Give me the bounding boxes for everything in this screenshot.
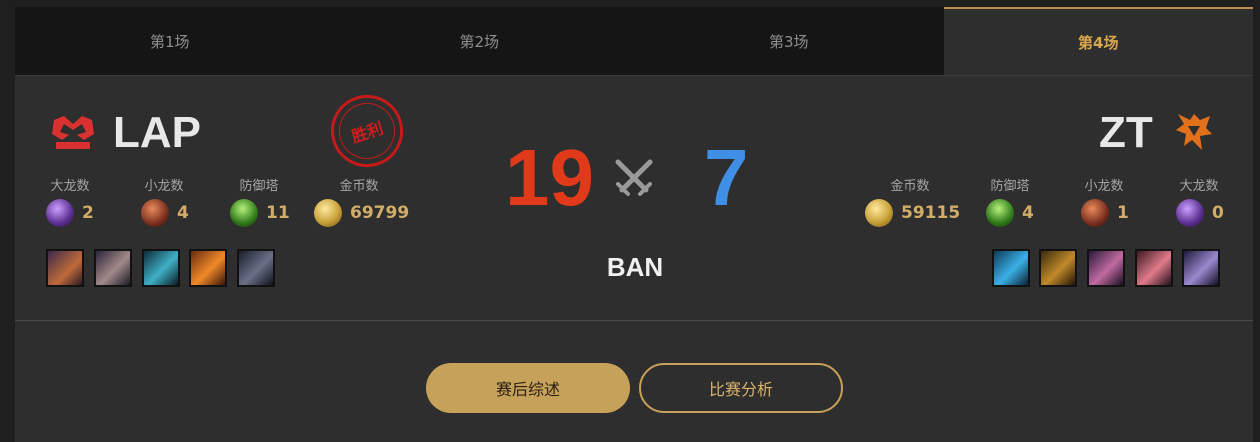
section-divider [15,320,1253,321]
left-ban-champion-4 [189,249,227,287]
crossed-swords-icon [615,159,653,196]
tab-game-1[interactable]: 第1场 [15,7,325,75]
right-baron-count: 0 [1212,203,1224,223]
left-gold-label: 金币数 [339,179,379,194]
lap-logo-icon [52,116,94,149]
left-tower-label: 防御塔 [239,179,279,194]
left-ban-champion-3 [142,249,180,287]
victory-stamp-text: 胜利 [331,95,403,167]
baron-icon [1176,199,1204,227]
match-analysis-button[interactable]: 比赛分析 [639,363,843,413]
match-panel: 第1场 第2场 第3场 第4场 [15,7,1253,442]
right-tower-count: 4 [1022,203,1034,223]
tab-game-2[interactable]: 第2场 [325,7,635,75]
right-score: 7 [704,133,749,222]
tab-game-4[interactable]: 第4场 [943,7,1253,75]
tower-icon [986,199,1014,227]
game-tabs: 第1场 第2场 第3场 第4场 [15,7,1253,76]
right-baron-label: 大龙数 [1179,179,1219,194]
left-baron-stat: 2 [46,199,94,227]
right-drake-count: 1 [1117,203,1129,223]
post-match-summary-button[interactable]: 赛后综述 [426,363,630,413]
right-gold-label: 金币数 [890,179,930,194]
ban-label: BAN [606,252,664,282]
right-tower-stat: 4 [986,199,1034,227]
gold-icon [314,199,342,227]
left-gold-count: 69799 [350,203,410,223]
tab-game-3[interactable]: 第3场 [634,7,944,75]
left-ban-champion-2 [94,249,132,287]
zt-logo-icon [1176,114,1212,150]
left-baron-label: 大龙数 [50,179,90,194]
right-baron-stat: 0 [1176,199,1224,227]
right-ban-champion-2 [1039,249,1077,287]
left-ban-champion-5 [237,249,275,287]
left-drake-label: 小龙数 [144,179,184,194]
right-tower-label: 防御塔 [990,179,1030,194]
left-baron-count: 2 [82,203,94,223]
left-team-name: LAP [113,108,201,157]
left-gold-stat: 69799 [314,199,409,227]
right-gold-stat: 59115 [865,199,960,227]
right-ban-champion-1 [992,249,1030,287]
left-score: 19 [505,133,594,222]
drake-icon [1081,199,1109,227]
left-drake-count: 4 [177,203,189,223]
left-tower-count: 11 [266,203,290,223]
right-drake-stat: 1 [1081,199,1129,227]
tower-icon [230,199,258,227]
right-ban-champion-4 [1135,249,1173,287]
right-drake-label: 小龙数 [1084,179,1124,194]
right-ban-champion-5 [1182,249,1220,287]
right-team-name: ZT [1099,108,1153,157]
left-tower-stat: 11 [230,199,290,227]
gold-icon [865,199,893,227]
left-ban-champion-1 [46,249,84,287]
left-drake-stat: 4 [141,199,189,227]
drake-icon [141,199,169,227]
right-ban-champion-3 [1087,249,1125,287]
baron-icon [46,199,74,227]
right-gold-count: 59115 [901,203,961,223]
